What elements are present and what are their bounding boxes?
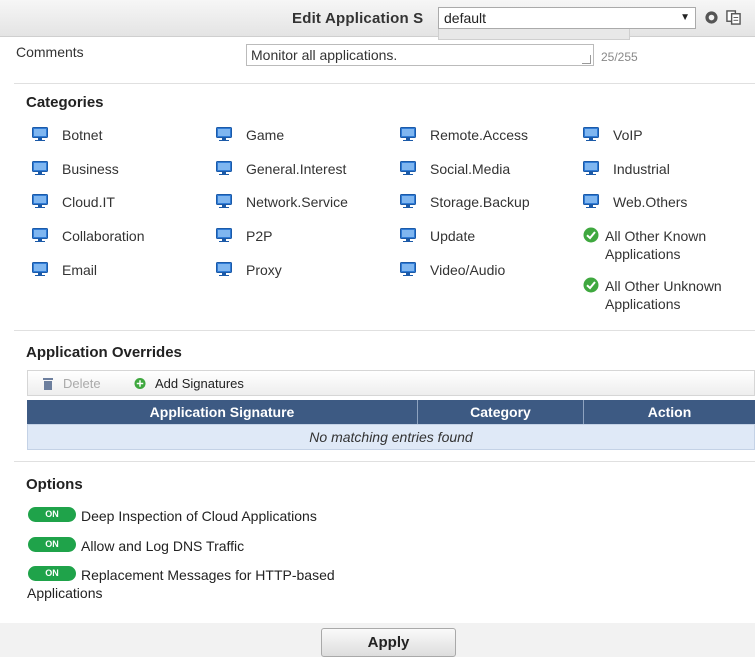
category-item[interactable]: All Other Unknown Applications bbox=[583, 277, 733, 313]
category-item[interactable]: Email bbox=[32, 261, 97, 279]
add-signatures-button[interactable]: Add Signatures bbox=[134, 376, 244, 391]
options-title: Options bbox=[26, 476, 83, 493]
category-item[interactable]: Game bbox=[216, 126, 284, 144]
dns-traffic-label: Allow and Log DNS Traffic bbox=[81, 538, 245, 554]
category-label: Cloud.IT bbox=[62, 194, 115, 210]
check-icon[interactable] bbox=[583, 277, 599, 293]
category-item[interactable]: VoIP bbox=[583, 126, 643, 144]
comments-field[interactable]: Monitor all applications. bbox=[246, 44, 594, 66]
monitor-icon[interactable] bbox=[32, 262, 48, 276]
category-item[interactable]: Industrial bbox=[583, 160, 670, 178]
category-label: Update bbox=[430, 228, 476, 244]
category-label: Botnet bbox=[62, 127, 103, 143]
category-label: Collaboration bbox=[62, 228, 145, 244]
comments-value: Monitor all applications. bbox=[251, 47, 398, 63]
monitor-icon[interactable] bbox=[32, 127, 48, 141]
monitor-icon[interactable] bbox=[400, 262, 416, 276]
categories-title: Categories bbox=[26, 94, 104, 111]
monitor-icon[interactable] bbox=[216, 127, 232, 141]
category-item[interactable]: Update bbox=[400, 227, 475, 245]
category-label: Social.Media bbox=[430, 161, 511, 177]
dialog-titlebar: Edit Application S default ▼ bbox=[0, 0, 755, 37]
dialog-title: Edit Application S bbox=[292, 10, 424, 27]
category-label: VoIP bbox=[613, 127, 643, 143]
table-empty-row: No matching entries found bbox=[27, 424, 755, 450]
options-section bbox=[14, 461, 755, 612]
monitor-icon[interactable] bbox=[32, 194, 48, 208]
category-item[interactable]: General.Interest bbox=[216, 160, 346, 178]
category-item[interactable]: Web.Others bbox=[583, 193, 687, 211]
profile-select-value: default bbox=[444, 10, 487, 26]
replacement-messages-label: Replacement Messages for HTTP-based bbox=[81, 567, 335, 583]
overrides-toolbar: Delete Add Signatures bbox=[27, 370, 755, 396]
category-label: Industrial bbox=[613, 161, 670, 177]
deep-inspection-label: Deep Inspection of Cloud Applications bbox=[81, 508, 317, 524]
category-item[interactable]: Social.Media bbox=[400, 160, 510, 178]
category-item[interactable]: Video/Audio bbox=[400, 261, 505, 279]
dns-traffic-toggle[interactable]: ON bbox=[28, 537, 76, 552]
category-label: Video/Audio bbox=[430, 262, 506, 278]
deep-inspection-toggle[interactable]: ON bbox=[28, 507, 76, 522]
category-label: Remote.Access bbox=[430, 127, 529, 143]
monitor-icon[interactable] bbox=[216, 194, 232, 208]
comments-char-count: 25/255 bbox=[601, 50, 638, 64]
column-category[interactable]: Category bbox=[418, 400, 584, 424]
category-label: Web.Others bbox=[613, 194, 688, 210]
monitor-icon[interactable] bbox=[400, 161, 416, 175]
monitor-icon[interactable] bbox=[400, 228, 416, 242]
chevron-down-icon: ▼ bbox=[680, 12, 690, 23]
category-item[interactable]: Business bbox=[32, 160, 119, 178]
delete-button-label: Delete bbox=[63, 376, 101, 391]
resize-grip-icon[interactable] bbox=[582, 55, 591, 64]
add-icon bbox=[134, 377, 146, 390]
category-item[interactable]: Network.Service bbox=[216, 193, 348, 211]
gear-icon[interactable] bbox=[704, 10, 719, 25]
category-label: Storage.Backup bbox=[430, 194, 530, 210]
category-label: P2P bbox=[246, 228, 273, 244]
category-item[interactable]: All Other Known Applications bbox=[583, 227, 733, 263]
replacement-messages-label-cont: Applications bbox=[27, 585, 103, 601]
monitor-icon[interactable] bbox=[216, 228, 232, 242]
monitor-icon[interactable] bbox=[400, 194, 416, 208]
apply-button[interactable]: Apply bbox=[321, 628, 456, 657]
monitor-icon[interactable] bbox=[32, 161, 48, 175]
profile-select[interactable]: default ▼ bbox=[438, 7, 696, 29]
overrides-table-header: Application Signature Category Action bbox=[27, 400, 755, 424]
replacement-messages-toggle[interactable]: ON bbox=[28, 566, 76, 581]
overrides-title: Application Overrides bbox=[26, 344, 182, 361]
monitor-icon[interactable] bbox=[583, 127, 599, 141]
category-label: Game bbox=[246, 127, 285, 143]
category-item[interactable]: Collaboration bbox=[32, 227, 145, 245]
monitor-icon[interactable] bbox=[216, 262, 232, 276]
comments-label: Comments bbox=[16, 44, 84, 60]
category-item[interactable]: Proxy bbox=[216, 261, 282, 279]
monitor-icon[interactable] bbox=[583, 194, 599, 208]
category-label: Proxy bbox=[246, 262, 282, 278]
category-item[interactable]: Botnet bbox=[32, 126, 102, 144]
dropdown-shadow bbox=[438, 29, 630, 40]
category-label: Network.Service bbox=[246, 194, 348, 210]
category-item[interactable]: Cloud.IT bbox=[32, 193, 115, 211]
monitor-icon[interactable] bbox=[583, 161, 599, 175]
trash-icon bbox=[43, 378, 53, 390]
category-item[interactable]: P2P bbox=[216, 227, 272, 245]
monitor-icon[interactable] bbox=[216, 161, 232, 175]
column-action[interactable]: Action bbox=[584, 400, 755, 424]
clone-icon[interactable] bbox=[726, 10, 741, 25]
check-icon[interactable] bbox=[583, 227, 599, 243]
monitor-icon[interactable] bbox=[32, 228, 48, 242]
category-label: Business bbox=[62, 161, 119, 177]
category-item[interactable]: Storage.Backup bbox=[400, 193, 530, 211]
column-application-signature[interactable]: Application Signature bbox=[27, 400, 418, 424]
category-label: All Other Unknown Applications bbox=[605, 278, 722, 312]
category-label: Email bbox=[62, 262, 98, 278]
monitor-icon[interactable] bbox=[400, 127, 416, 141]
add-signatures-label: Add Signatures bbox=[155, 376, 244, 391]
category-label: General.Interest bbox=[246, 161, 347, 177]
category-item[interactable]: Remote.Access bbox=[400, 126, 528, 144]
category-label: All Other Known Applications bbox=[605, 228, 707, 262]
delete-button[interactable]: Delete bbox=[42, 376, 101, 391]
